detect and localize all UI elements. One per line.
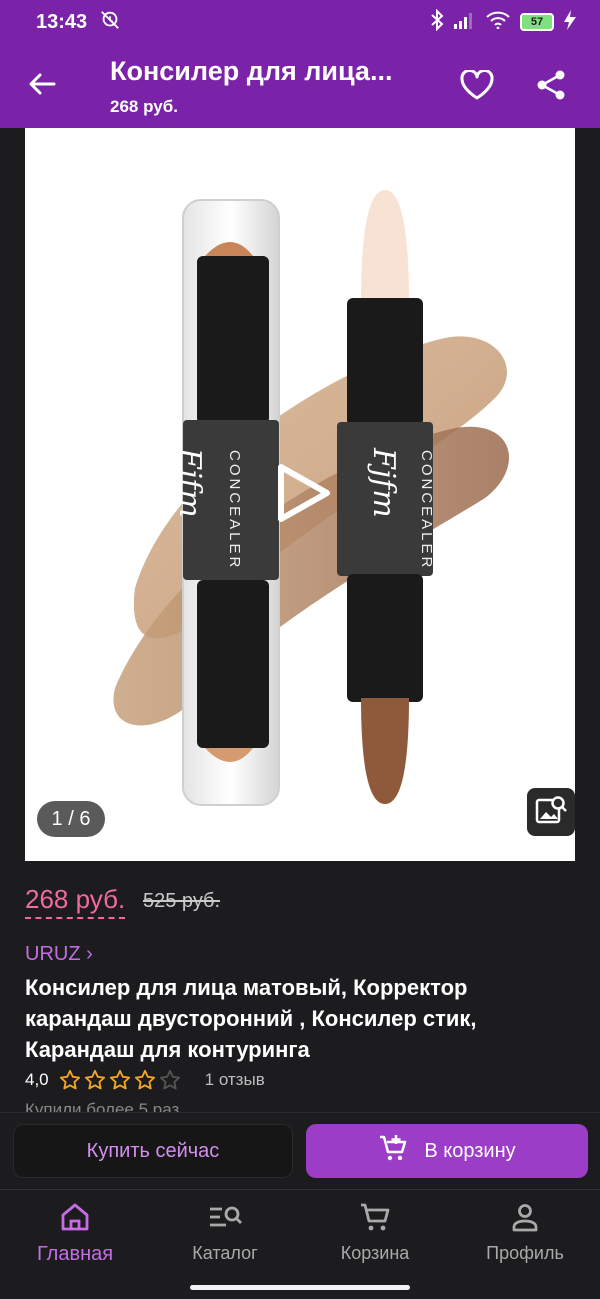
add-to-cart-button[interactable]: В корзину — [306, 1124, 588, 1178]
cart-icon — [359, 1202, 391, 1237]
product-image-gallery[interactable]: Fjfm CONCEALER Fjfm CONCEALER 1 / 6 — [25, 128, 575, 861]
catalog-search-icon — [208, 1202, 242, 1237]
bottom-navigation: Главная Каталог Корзина Профиль — [0, 1189, 600, 1299]
star-filled-icon — [59, 1069, 80, 1090]
signal-icon — [454, 11, 476, 34]
star-filled-icon — [109, 1069, 130, 1090]
image-counter: 1 / 6 — [37, 801, 105, 837]
star-filled-icon — [84, 1069, 105, 1090]
nav-item-home[interactable]: Главная — [0, 1190, 150, 1299]
page-title: Консилер для лица... — [110, 56, 393, 86]
reviews-count: 1 отзыв — [204, 1070, 265, 1089]
status-time: 13:43 — [36, 10, 88, 33]
nav-label-profile: Профиль — [486, 1243, 564, 1263]
bluetooth-icon — [430, 8, 444, 36]
wifi-icon — [486, 11, 510, 34]
battery-icon: 57 — [520, 13, 554, 31]
action-bar: Купить сейчас В корзину — [0, 1112, 600, 1188]
page-subtitle-price: 268 руб. — [110, 97, 178, 116]
left-pencil-logo: Fjfm — [172, 448, 207, 518]
nav-label-cart: Корзина — [340, 1243, 410, 1263]
heart-icon — [460, 68, 494, 105]
profile-icon — [510, 1202, 540, 1237]
product-title: Консилер для лица матовый, Корректор кар… — [25, 975, 477, 1062]
nav-item-cart[interactable]: Корзина — [300, 1190, 450, 1299]
play-icon — [273, 464, 333, 528]
left-pencil-label: CONCEALER — [226, 450, 243, 571]
current-price: 268 руб. — [25, 884, 126, 919]
photo-search-button[interactable] — [527, 788, 575, 836]
image-search-icon — [535, 794, 567, 831]
favorite-button[interactable] — [456, 66, 498, 108]
play-video-button[interactable] — [273, 462, 333, 524]
star-filled-icon — [134, 1069, 155, 1090]
status-bar: 13:43 57 — [0, 0, 600, 44]
buy-now-button[interactable]: Купить сейчас — [13, 1124, 293, 1178]
rating-row[interactable]: 4,0 1 отзыв — [25, 1069, 265, 1091]
right-pencil-logo: Fjfm — [366, 448, 401, 518]
rating-value: 4,0 — [25, 1070, 49, 1089]
star-empty-icon — [159, 1069, 180, 1090]
add-to-cart-label: В корзину — [424, 1139, 516, 1162]
rating-stars — [59, 1069, 181, 1091]
nav-label-home: Главная — [36, 1243, 114, 1265]
share-button[interactable] — [530, 66, 572, 108]
alarm-off-icon — [99, 9, 121, 36]
back-button[interactable] — [22, 66, 62, 106]
share-icon — [535, 69, 567, 106]
arrow-left-icon — [28, 72, 56, 101]
app-bar: Консилер для лица... 268 руб. — [0, 44, 600, 128]
home-indicator — [190, 1285, 410, 1290]
brand-link[interactable]: URUZ › — [25, 943, 93, 966]
nav-item-profile[interactable]: Профиль — [450, 1190, 600, 1299]
nav-label-catalog: Каталог — [192, 1243, 258, 1263]
charging-icon — [564, 9, 576, 35]
home-icon — [59, 1202, 91, 1237]
old-price: 525 руб. — [143, 890, 221, 912]
right-pencil-label: CONCEALER — [418, 450, 435, 571]
nav-item-catalog[interactable]: Каталог — [150, 1190, 300, 1299]
cart-add-icon — [378, 1134, 408, 1168]
